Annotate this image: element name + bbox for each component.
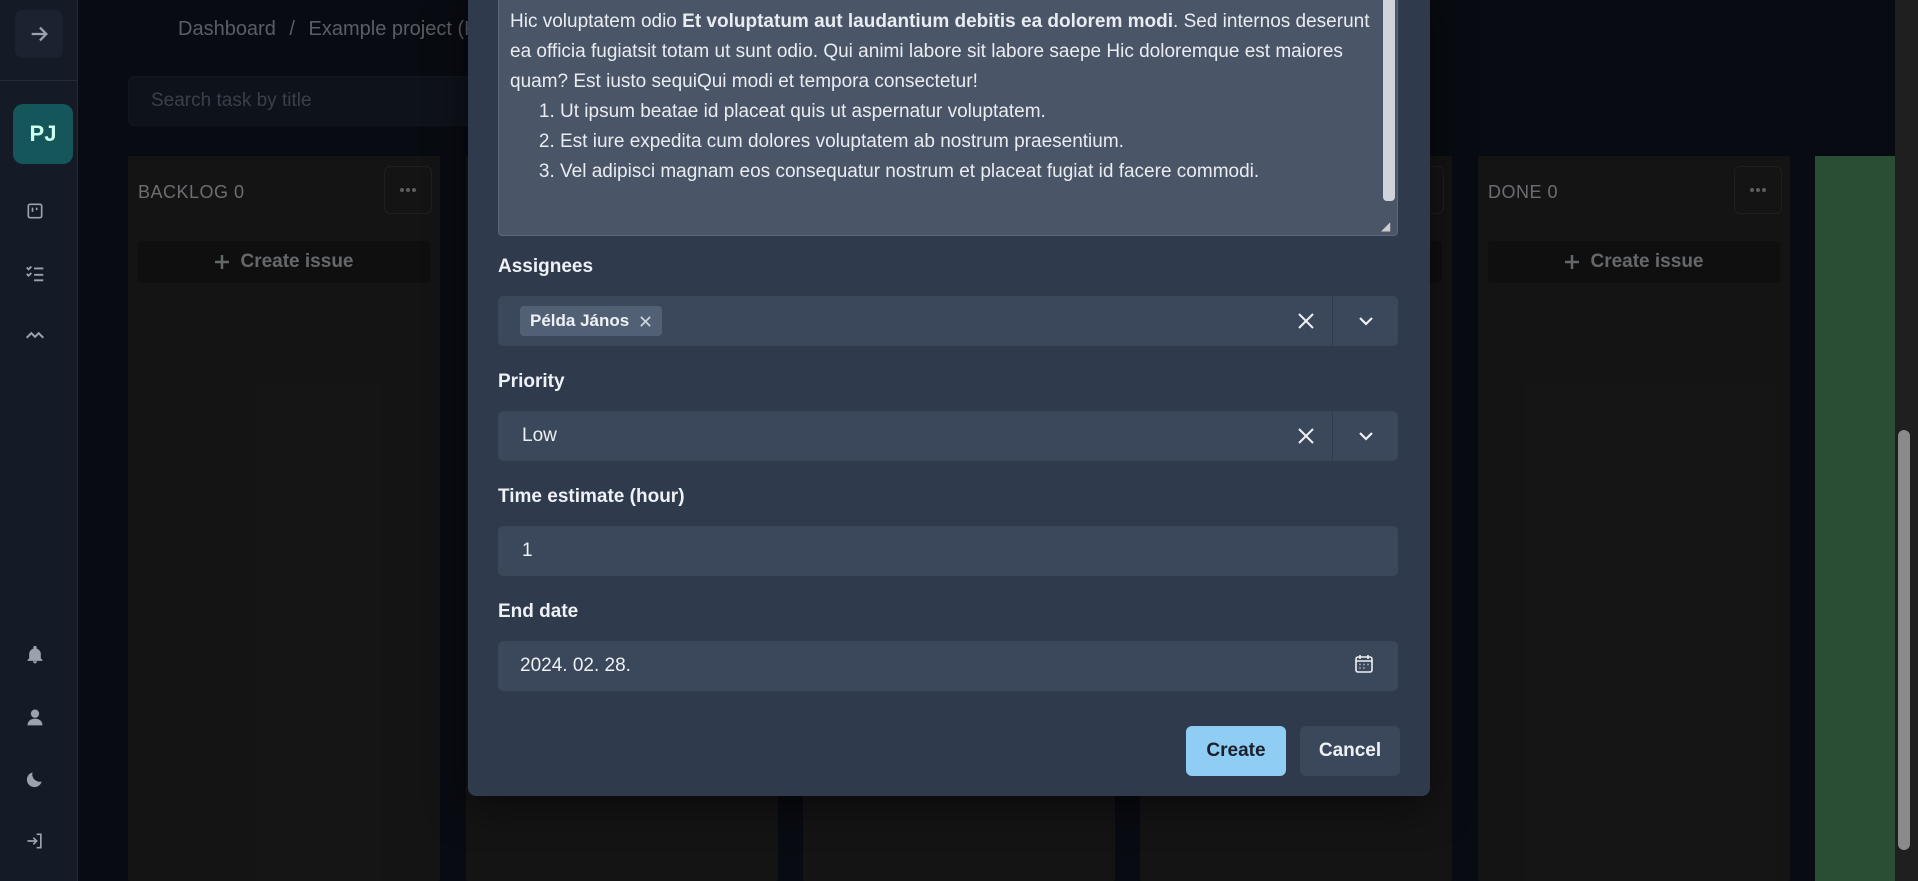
sidebar-divider xyxy=(0,80,78,81)
resize-handle-icon[interactable]: ◢ xyxy=(1381,219,1395,233)
assignees-label: Assignees xyxy=(498,256,594,277)
priority-value: Low xyxy=(522,425,557,446)
description-list: Ut ipsum beatae id placeat quis ut asper… xyxy=(560,97,1371,187)
logout-icon[interactable] xyxy=(20,826,50,856)
end-date-input[interactable]: 2024. 02. 28. xyxy=(498,641,1398,691)
remove-chip-icon[interactable] xyxy=(639,315,652,328)
priority-label: Priority xyxy=(498,371,565,392)
user-icon[interactable] xyxy=(20,702,50,732)
bell-icon[interactable] xyxy=(20,640,50,670)
scrollbar-thumb[interactable] xyxy=(1898,430,1910,850)
clear-assignees-icon[interactable] xyxy=(1294,309,1318,333)
assignees-select[interactable]: Példa János xyxy=(498,296,1398,346)
cancel-button[interactable]: Cancel xyxy=(1300,726,1400,776)
assignee-chip-label: Példa János xyxy=(530,311,630,330)
clear-priority-icon[interactable] xyxy=(1294,424,1318,448)
expand-sidebar-button[interactable] xyxy=(15,10,63,58)
end-date-value: 2024. 02. 28. xyxy=(520,655,631,676)
editor-scrollbar[interactable] xyxy=(1383,0,1395,201)
priority-select[interactable]: Low xyxy=(498,411,1398,461)
description-bold-text: Et voluptatum aut laudantium debitis ea … xyxy=(682,11,1174,32)
description-editor[interactable]: Hic voluptatem odio Et voluptatum aut la… xyxy=(498,0,1398,236)
create-button[interactable]: Create xyxy=(1186,726,1286,776)
moon-icon[interactable] xyxy=(20,764,50,794)
list-item: Est iure expedita cum dolores voluptatem… xyxy=(560,127,1371,157)
board-icon[interactable] xyxy=(20,196,50,226)
arrow-right-icon xyxy=(31,26,48,42)
description-text: Hic voluptatem odio xyxy=(510,11,683,32)
list-item: Ut ipsum beatae id placeat quis ut asper… xyxy=(560,97,1371,127)
create-issue-modal: Hic voluptatem odio Et voluptatum aut la… xyxy=(468,0,1430,796)
chevron-down-icon[interactable] xyxy=(1332,296,1398,346)
time-estimate-label: Time estimate (hour) xyxy=(498,486,685,507)
task-list-icon[interactable] xyxy=(20,258,50,288)
project-avatar[interactable]: PJ xyxy=(13,104,73,164)
sidebar: PJ xyxy=(0,0,78,881)
activity-icon[interactable] xyxy=(20,320,50,350)
time-estimate-input[interactable]: 1 xyxy=(498,526,1398,576)
end-date-label: End date xyxy=(498,601,579,622)
assignee-chip: Példa János xyxy=(520,306,663,336)
description-paragraph: Hic voluptatem odio Et voluptatum aut la… xyxy=(510,7,1371,97)
calendar-icon[interactable] xyxy=(1354,654,1374,674)
list-item: Vel adipisci magnam eos consequatur nost… xyxy=(560,157,1371,187)
chevron-down-icon[interactable] xyxy=(1332,411,1398,461)
